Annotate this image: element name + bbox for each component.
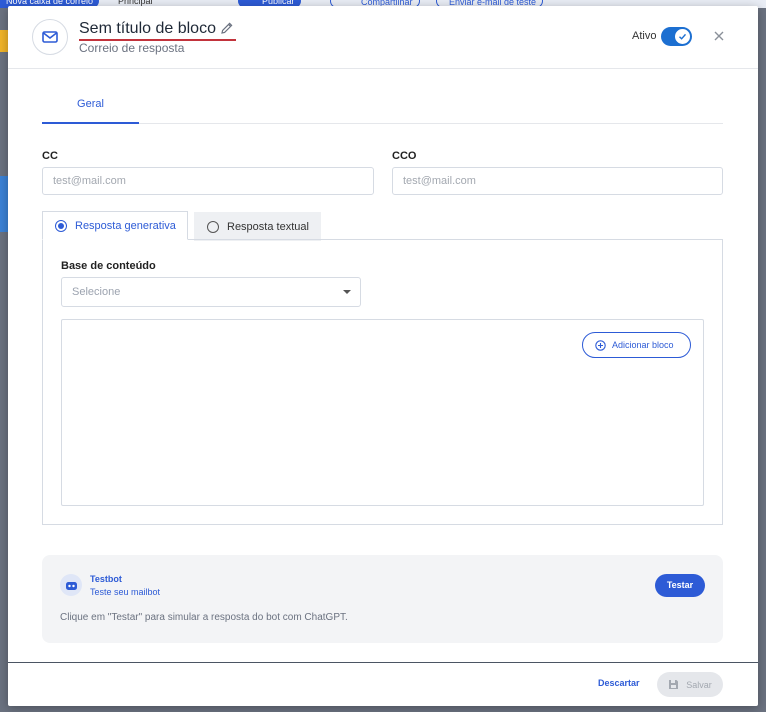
robot-icon xyxy=(65,581,77,590)
modal-header: Sem título de bloco Correio de resposta … xyxy=(8,6,758,69)
pencil-icon[interactable] xyxy=(220,21,234,35)
save-label: Salvar xyxy=(686,679,712,690)
testbot-hint: Clique em "Testar" para simular a respos… xyxy=(60,612,348,623)
discard-button[interactable]: Descartar xyxy=(598,678,640,688)
block-subtitle: Correio de resposta xyxy=(79,41,185,55)
block-title[interactable]: Sem título de bloco xyxy=(79,20,216,38)
bg-accent xyxy=(0,176,8,232)
block-modal: Sem título de bloco Correio de resposta … xyxy=(8,6,758,706)
modal-footer: Descartar Salvar xyxy=(8,662,758,706)
toggle-knob xyxy=(675,29,690,44)
mail-icon xyxy=(42,31,58,43)
textual-response-label: Resposta textual xyxy=(227,220,309,233)
test-button[interactable]: Testar xyxy=(655,574,705,597)
cco-label: CCO xyxy=(392,150,417,162)
chevron-down-icon xyxy=(343,290,351,294)
bot-avatar xyxy=(60,574,82,596)
content-base-label: Base de conteúdo xyxy=(61,260,156,272)
check-icon xyxy=(679,33,687,40)
cc-label: CC xyxy=(42,150,58,162)
active-toggle[interactable] xyxy=(661,27,692,46)
mail-avatar xyxy=(32,19,68,55)
add-block-button[interactable]: Adicionar bloco xyxy=(582,332,691,358)
radio-unselected xyxy=(207,220,219,233)
bg-accent xyxy=(0,30,8,52)
content-base-select[interactable]: Selecione xyxy=(61,277,361,307)
floppy-disk-icon xyxy=(669,680,679,689)
block-editor[interactable]: Adicionar bloco xyxy=(61,319,704,506)
save-button[interactable]: Salvar xyxy=(657,672,723,697)
tab-bar: Geral xyxy=(42,91,723,124)
testbot-subtitle: Teste seu mailbot xyxy=(90,587,161,597)
tab-generative-response[interactable]: Resposta generativa xyxy=(42,211,188,240)
generative-response-label: Resposta generativa xyxy=(75,219,176,232)
plus-circle-icon xyxy=(595,339,606,351)
cc-input[interactable] xyxy=(42,167,374,195)
cco-input[interactable] xyxy=(392,167,723,195)
radio-selected xyxy=(55,219,67,232)
tab-textual-response[interactable]: Resposta textual xyxy=(194,212,321,241)
select-placeholder: Selecione xyxy=(72,286,121,298)
testbot-card: Testbot Teste seu mailbot Clique em "Tes… xyxy=(42,555,723,643)
add-block-label: Adicionar bloco xyxy=(612,340,674,350)
generative-panel: Base de conteúdo Selecione Adicionar blo… xyxy=(42,239,723,525)
tab-geral[interactable]: Geral xyxy=(42,91,139,124)
close-icon[interactable] xyxy=(712,29,726,43)
active-label: Ativo xyxy=(632,30,657,42)
testbot-name: Testbot xyxy=(90,574,122,584)
